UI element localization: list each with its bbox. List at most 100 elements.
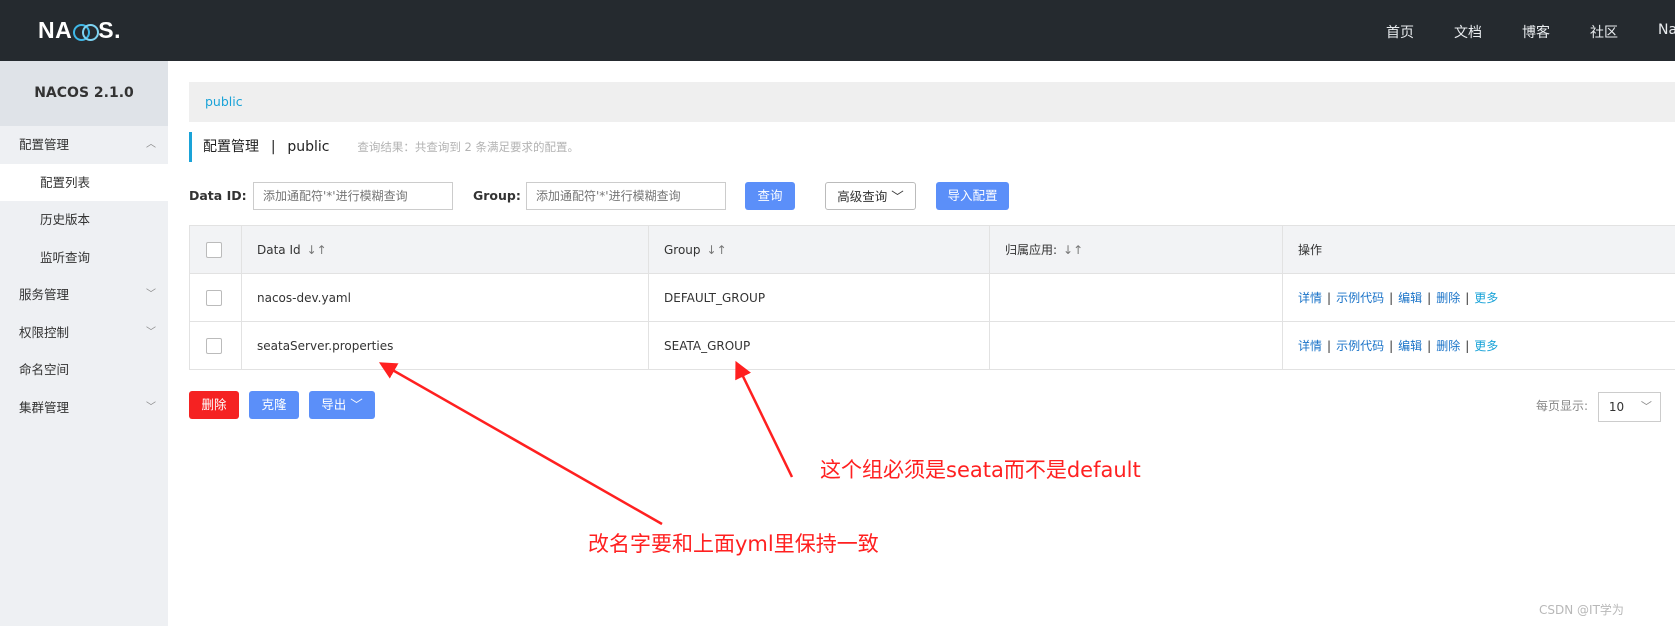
detail-link[interactable]: 详情 [1298,291,1322,305]
sidebar-item-history[interactable]: 历史版本 [0,201,168,239]
chevron-down-icon: ﹀ [146,289,156,300]
detail-link[interactable]: 详情 [1298,339,1322,353]
more-link[interactable]: 更多 [1474,339,1498,353]
sidebar-item-label: 服务管理 [19,287,70,302]
sidebar-item-label: 配置管理 [19,137,70,152]
watermark: CSDN @IT学为 [1539,603,1624,617]
page-title-text: 配置管理 [203,139,259,155]
column-header-actions: 操作 [1282,225,1675,274]
page-size-label: 每页显示: [1536,399,1589,413]
export-button[interactable]: 导出 ﹀ [309,391,375,419]
export-label: 导出 [321,397,347,412]
sort-icon[interactable]: ↓↑ [1063,243,1083,257]
sidebar-item-label: 历史版本 [40,212,91,227]
column-header-label: Group [664,242,701,257]
edit-link[interactable]: 编辑 [1398,291,1422,305]
sort-icon[interactable]: ↓↑ [707,243,727,257]
page-namespace: public [287,139,330,155]
import-config-button[interactable]: 导入配置 [936,182,1009,210]
actions-cell: 详情 | 示例代码 | 编辑 | 删除 | 更多 [1282,321,1675,370]
sample-code-link[interactable]: 示例代码 [1336,291,1384,305]
chevron-down-icon: ﹀ [146,326,156,338]
sidebar-item-cluster-management[interactable]: 集群管理 ﹀ [0,389,168,427]
chevron-down-icon: ﹀ [146,401,156,413]
sidebar-item-config-management[interactable]: 配置管理 ︿ [0,126,168,164]
delete-link[interactable]: 删除 [1436,339,1460,353]
column-header-app[interactable]: 归属应用: ↓↑ [989,225,1283,274]
row-select-cell [189,273,242,322]
version-label: NACOS 2.1.0 [0,61,168,126]
table-header-row: Data Id ↓↑ Group ↓↑ 归属应用: ↓↑ 操作 [189,225,1675,274]
chevron-down-icon: ﹀ [891,189,904,204]
data-id-cell: seataServer.properties [241,321,649,370]
nav-home[interactable]: 首页 [1386,22,1414,42]
page-size-control: 每页显示: 10 ﹀ [1536,391,1661,422]
title-separator: | [270,139,276,155]
select-all-cell [189,225,242,274]
column-header-data-id[interactable]: Data Id ↓↑ [241,225,649,274]
sort-icon[interactable]: ↓↑ [307,243,327,257]
sidebar-item-label: 集群管理 [19,399,70,415]
sidebar-item-namespace[interactable]: 命名空间 [0,351,168,389]
actions-cell: 详情 | 示例代码 | 编辑 | 删除 | 更多 [1282,273,1675,322]
query-button[interactable]: 查询 [745,182,795,210]
table-row: seataServer.properties SEATA_GROUP 详情 | 示例… [189,321,1675,370]
arrow-to-data-id [378,362,663,526]
select-all-checkbox[interactable] [206,241,222,258]
annotation-group-note: 这个组必须是seata而不是default [820,458,1141,482]
data-id-input[interactable] [253,182,453,210]
edit-link[interactable]: 编辑 [1398,339,1422,353]
chevron-down-icon: ﹀ [1640,399,1652,413]
table-row: nacos-dev.yaml DEFAULT_GROUP 详情 | 示例代码 | 编辑 |… [189,273,1675,322]
sidebar-item-label: 命名空间 [19,362,70,377]
more-link[interactable]: 更多 [1474,291,1498,305]
arrow-to-group [735,360,794,478]
app-cell [989,321,1283,370]
nav-blog[interactable]: 博客 [1522,22,1550,42]
nav-more[interactable]: Na [1658,22,1675,42]
data-id-label: Data ID: [189,188,247,203]
logo-infinity-icon [73,24,100,41]
bulk-delete-button[interactable]: 删除 [189,391,239,419]
column-header-group[interactable]: Group ↓↑ [648,225,990,274]
row-checkbox[interactable] [206,337,222,354]
app-cell [989,273,1283,322]
annotation-name-note: 改名字要和上面yml里保持一致 [588,532,879,556]
nacos-logo[interactable]: NA S. [38,17,121,44]
top-nav: 首页 文档 博客 社区 Na [1386,22,1675,42]
query-result-hint: 查询结果：共查询到 2 条满足要求的配置。 [357,140,579,154]
group-label: Group: [473,188,521,203]
chevron-up-icon: ︿ [146,139,156,150]
group-cell: DEFAULT_GROUP [648,273,990,322]
advanced-query-label: 高级查询 [837,189,888,204]
delete-link[interactable]: 删除 [1436,291,1460,305]
top-navbar: NA S. 首页 文档 博客 社区 Na [0,0,1675,61]
column-header-label: 操作 [1298,243,1323,257]
sample-code-link[interactable]: 示例代码 [1336,339,1384,353]
page-title: 配置管理 | public 查询结果：共查询到 2 条满足要求的配置。 [189,132,579,162]
row-checkbox[interactable] [206,289,222,306]
row-select-cell [189,321,242,370]
sidebar-item-access-control[interactable]: 权限控制 ﹀ [0,314,168,352]
nav-community[interactable]: 社区 [1590,22,1618,42]
page-size-value: 10 [1608,399,1625,414]
nav-docs[interactable]: 文档 [1454,22,1482,42]
sidebar-item-service-management[interactable]: 服务管理 ﹀ [0,276,168,314]
page-size-select[interactable]: 10 ﹀ [1597,391,1661,422]
sidebar-item-listener-query[interactable]: 监听查询 [0,239,168,277]
advanced-query-button[interactable]: 高级查询 ﹀ [825,182,916,210]
group-cell: SEATA_GROUP [648,321,990,370]
clone-button[interactable]: 克隆 [249,391,299,419]
config-table: Data Id ↓↑ Group ↓↑ 归属应用: ↓↑ 操作 nacos-dev.y… [189,225,1675,370]
sidebar-item-label: 监听查询 [40,249,91,265]
sidebar: NACOS 2.1.0 配置管理 ︿ 配置列表 历史版本 监听查询 服务管理 ﹀… [0,61,168,626]
sidebar-item-label: 配置列表 [40,174,91,190]
group-input[interactable] [526,182,726,210]
sidebar-item-label: 权限控制 [19,324,70,340]
column-header-label: 归属应用: [1005,243,1058,257]
namespace-link-public[interactable]: public [205,94,243,109]
namespace-breadcrumb: public [189,82,1675,122]
chevron-down-icon: ﹀ [350,397,363,412]
data-id-cell: nacos-dev.yaml [241,273,649,322]
sidebar-item-config-list[interactable]: 配置列表 [0,163,168,201]
